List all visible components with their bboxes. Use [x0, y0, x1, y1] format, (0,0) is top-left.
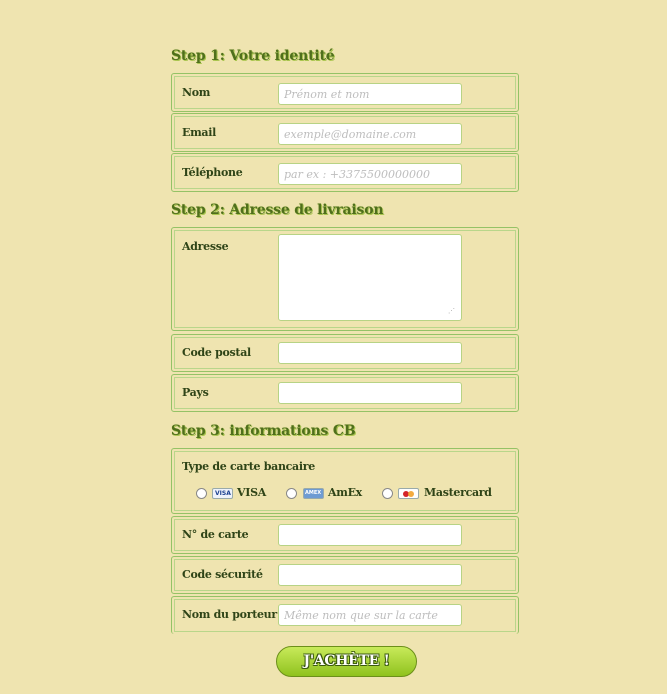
amex-card-logo: AMEX	[305, 490, 322, 496]
telephone-label: Téléphone	[182, 166, 243, 179]
security-code-label: Code sécurité	[182, 568, 263, 581]
card-holder-row: Nom du porteur	[171, 596, 519, 634]
adresse-label: Adresse	[182, 240, 229, 253]
security-code-row: Code sécurité	[171, 556, 519, 594]
card-type-label: Type de carte bancaire	[182, 460, 315, 473]
amex-radio[interactable]	[286, 488, 297, 499]
mastercard-label: Mastercard	[424, 486, 492, 499]
visa-label: VISA	[237, 486, 266, 499]
step3-title: Step 3: informations CB	[171, 423, 356, 439]
code-postal-input[interactable]	[278, 342, 462, 364]
email-row: Email	[171, 113, 519, 152]
card-number-label: N° de carte	[182, 528, 249, 541]
visa-radio[interactable]	[196, 488, 207, 499]
buy-button[interactable]: J'ACHÈTE !	[276, 646, 417, 677]
mastercard-card-icon	[398, 488, 419, 499]
step2-title: Step 2: Adresse de livraison	[171, 202, 384, 218]
email-input[interactable]	[278, 123, 462, 145]
nom-input[interactable]	[278, 83, 462, 105]
security-code-input[interactable]	[278, 564, 462, 586]
pays-label: Pays	[182, 386, 209, 399]
card-holder-input[interactable]	[278, 604, 462, 626]
card-number-input[interactable]	[278, 524, 462, 546]
card-number-row: N° de carte	[171, 516, 519, 554]
nom-label: Nom	[182, 86, 211, 99]
card-type-row: Type de carte bancaire VISA VISA AMEX Am…	[171, 448, 519, 514]
visa-card-logo: VISA	[215, 490, 231, 497]
code-postal-label: Code postal	[182, 346, 251, 359]
pays-row: Pays	[171, 374, 519, 412]
resize-grip-icon[interactable]: ⋰	[448, 307, 455, 315]
adresse-textarea[interactable]	[278, 234, 462, 321]
telephone-row: Téléphone	[171, 153, 519, 192]
adresse-row: Adresse ⋰	[171, 227, 519, 331]
amex-card-icon: AMEX	[303, 488, 324, 499]
nom-row: Nom	[171, 73, 519, 112]
step1-title: Step 1: Votre identité	[171, 48, 335, 64]
card-holder-label: Nom du porteur	[182, 608, 277, 621]
pays-input[interactable]	[278, 382, 462, 404]
visa-card-icon: VISA	[212, 488, 233, 499]
mastercard-radio[interactable]	[382, 488, 393, 499]
amex-label: AmEx	[328, 486, 362, 499]
email-label: Email	[182, 126, 217, 139]
telephone-input[interactable]	[278, 163, 462, 185]
code-postal-row: Code postal	[171, 334, 519, 372]
